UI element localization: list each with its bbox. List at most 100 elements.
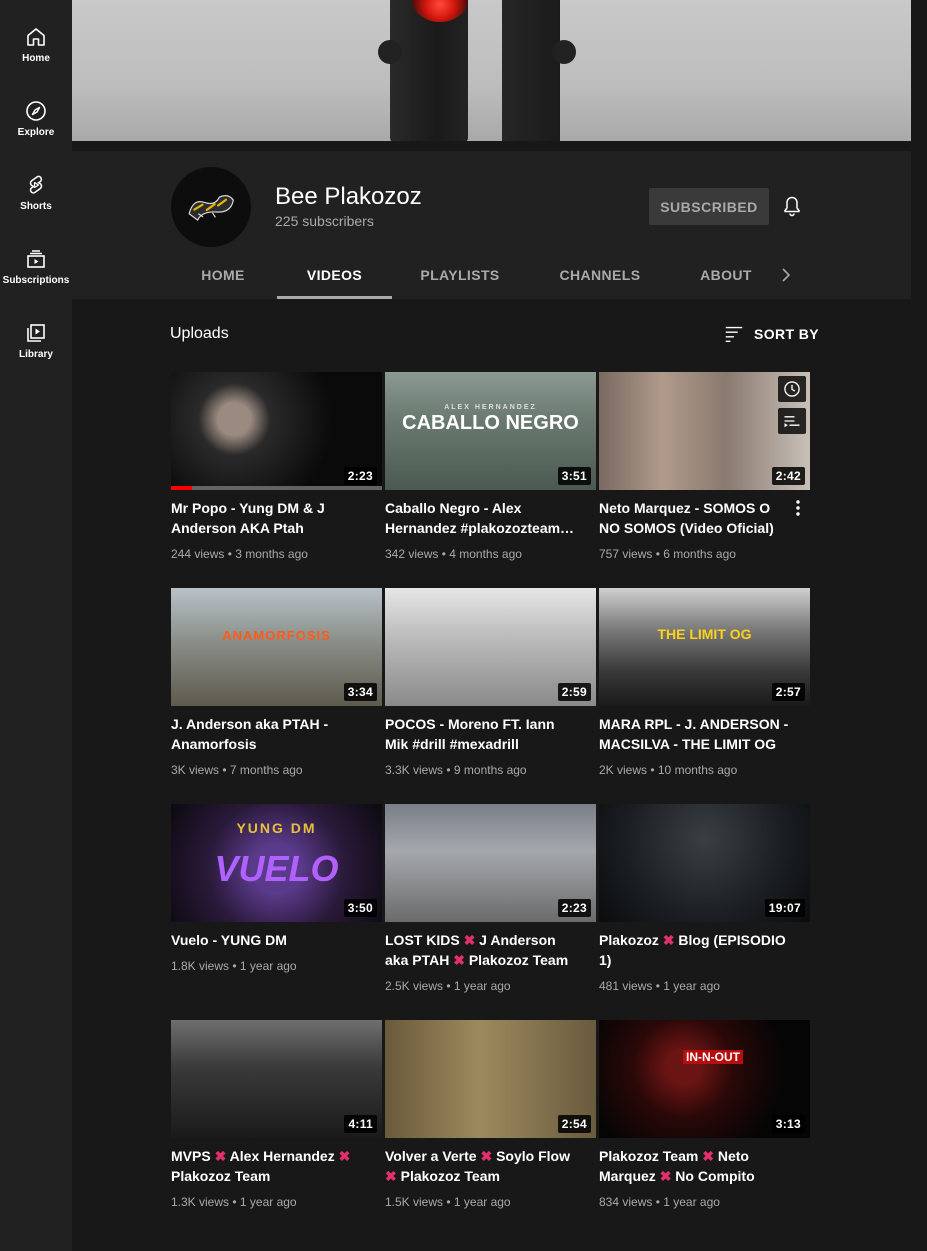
video-metadata: 2K views • 10 months ago	[599, 763, 738, 777]
tab-home[interactable]: HOME	[184, 251, 262, 299]
video-title[interactable]: LOST KIDS ✖ J Anderson aka PTAH ✖ Plakoz…	[385, 930, 575, 970]
page-gutter	[911, 0, 927, 1251]
video-card[interactable]: 2:54 Volver a Verte ✖ Soylo Flow ✖ Plakoz…	[385, 1020, 596, 1210]
video-thumbnail[interactable]: 2:23	[171, 372, 382, 490]
cross-mark-icon: ✖	[480, 1148, 493, 1164]
thumbnail-overlay-text: ANAMORFOSIS	[222, 628, 331, 643]
subscribed-button[interactable]: SUBSCRIBED	[649, 188, 769, 225]
video-title[interactable]: Mr Popo - Yung DM & J Anderson AKA Ptah	[171, 498, 361, 538]
cross-mark-icon: ✖	[453, 952, 465, 968]
video-thumbnail[interactable]: 2:42	[599, 372, 810, 490]
video-card[interactable]: 4:11 MVPS ✖ Alex Hernandez ✖ Plakozoz Tea…	[171, 1020, 382, 1210]
thumbnail-overlay-subtext: ALEX HERNANDEZ	[444, 404, 537, 411]
cross-mark-icon: ✖	[214, 1148, 227, 1164]
channel-banner	[72, 0, 911, 141]
video-metadata: 1.8K views • 1 year ago	[171, 959, 297, 973]
thumbnail-overlay-subtext: YUNG DM	[236, 820, 317, 836]
video-thumbnail[interactable]: ANAMORFOSIS 3:34	[171, 588, 382, 706]
video-thumbnail[interactable]: ALEX HERNANDEZ CABALLO NEGRO 3:51	[385, 372, 596, 490]
video-duration: 2:23	[557, 899, 591, 917]
video-thumbnail[interactable]: 2:23	[385, 804, 596, 922]
guide-item-label: Library	[19, 349, 53, 360]
banner-traffic-light-hood	[378, 40, 402, 64]
cross-mark-icon: ✖	[338, 1148, 351, 1164]
kebab-icon	[796, 500, 800, 516]
compass-icon	[26, 101, 46, 121]
video-metadata: 342 views • 4 months ago	[385, 547, 522, 561]
video-thumbnail[interactable]: THE LIMIT OG 2:57	[599, 588, 810, 706]
video-metadata: 1.5K views • 1 year ago	[385, 1195, 511, 1209]
video-title[interactable]: POCOS - Moreno FT. Iann Mik #drill #mexa…	[385, 714, 575, 754]
tab-about[interactable]: ABOUT	[696, 251, 756, 299]
video-title[interactable]: MARA RPL - J. ANDERSON - MACSILVA - THE …	[599, 714, 789, 754]
channel-avatar[interactable]	[171, 167, 251, 247]
video-duration: 4:11	[344, 1115, 377, 1133]
watch-later-button[interactable]	[778, 376, 806, 402]
video-title[interactable]: J. Anderson aka PTAH - Anamorfosis #trap…	[171, 714, 361, 754]
video-card[interactable]: 2:42 Neto Marquez - SOMOS O NO SOMOS (Vid…	[599, 372, 810, 562]
video-thumbnail[interactable]: 19:07	[599, 804, 810, 922]
video-card[interactable]: THE LIMIT OG 2:57 MARA RPL - J. ANDERSON -…	[599, 588, 810, 778]
video-duration: 19:07	[764, 899, 805, 917]
video-card[interactable]: YUNG DM VUELO 3:50 Vuelo - YUNG DM 1.8K view…	[171, 804, 382, 994]
cross-mark-icon: ✖	[702, 1148, 714, 1164]
thumbnail-overlay-text: VUELO	[214, 848, 339, 889]
video-thumbnail[interactable]: 4:11	[171, 1020, 382, 1138]
guide-item-subscriptions[interactable]: Subscriptions	[0, 237, 72, 311]
video-title[interactable]: Plakozoz ✖ Blog (EPISODIO 1)	[599, 930, 789, 970]
video-card[interactable]: ALEX HERNANDEZ CABALLO NEGRO 3:51 Caballo N…	[385, 372, 596, 562]
video-metadata: 3K views • 7 months ago	[171, 763, 303, 777]
video-card[interactable]: 2:23 LOST KIDS ✖ J Anderson aka PTAH ✖ Pl…	[385, 804, 596, 994]
video-card[interactable]: 2:23 Mr Popo - Yung DM & J Anderson AKA P…	[171, 372, 382, 562]
guide-item-label: Shorts	[20, 201, 52, 212]
video-title[interactable]: Plakozoz Team ✖ Neto Marquez ✖ No Compit…	[599, 1146, 789, 1186]
video-card[interactable]: IN-N-OUT 3:13 Plakozoz Team ✖ Neto Marquez…	[599, 1020, 810, 1210]
video-thumbnail[interactable]: YUNG DM VUELO 3:50	[171, 804, 382, 922]
video-title[interactable]: MVPS ✖ Alex Hernandez ✖ Plakozoz Team	[171, 1146, 361, 1186]
subscriber-count: 225 subscribers	[275, 213, 374, 229]
video-duration: 3:13	[771, 1115, 805, 1133]
video-title[interactable]: Volver a Verte ✖ Soylo Flow ✖ Plakozoz T…	[385, 1146, 575, 1186]
video-card[interactable]: 2:59 POCOS - Moreno FT. Iann Mik #drill #…	[385, 588, 596, 778]
video-title[interactable]: Neto Marquez - SOMOS O NO SOMOS (Video O…	[599, 498, 789, 538]
tab-videos[interactable]: VIDEOS	[277, 251, 392, 299]
video-duration: 2:42	[771, 467, 805, 485]
queue-icon	[784, 416, 800, 428]
guide-item-shorts[interactable]: Shorts	[0, 163, 72, 237]
video-metadata: 757 views • 6 months ago	[599, 547, 736, 561]
video-thumbnail[interactable]: 2:59	[385, 588, 596, 706]
video-card[interactable]: ANAMORFOSIS 3:34 J. Anderson aka PTAH - An…	[171, 588, 382, 778]
video-metadata: 1.3K views • 1 year ago	[171, 1195, 297, 1209]
video-card[interactable]: 19:07 Plakozoz ✖ Blog (EPISODIO 1) 481 vie…	[599, 804, 810, 994]
thumbnail-overlay-text: THE LIMIT OG	[657, 626, 752, 642]
chevron-right-icon[interactable]	[774, 263, 798, 287]
home-icon	[27, 28, 45, 46]
more-actions-button[interactable]	[794, 498, 802, 518]
guide-item-label: Home	[22, 53, 50, 64]
guide-item-home[interactable]: Home	[0, 15, 72, 89]
video-title[interactable]: Caballo Negro - Alex Hernandez #plakozoz…	[385, 498, 575, 538]
banner-traffic-light-hood	[552, 40, 576, 64]
add-to-queue-button[interactable]	[778, 408, 806, 434]
video-duration: 3:34	[343, 683, 377, 701]
tab-channels[interactable]: CHANNELS	[544, 251, 656, 299]
guide-item-explore[interactable]: Explore	[0, 89, 72, 163]
sort-by-button[interactable]: SORT BY	[723, 323, 819, 345]
channel-logo-art	[188, 195, 234, 222]
video-duration: 2:57	[771, 683, 805, 701]
video-title[interactable]: Vuelo - YUNG DM	[171, 930, 361, 950]
guide-item-library[interactable]: Library	[0, 311, 72, 385]
tab-playlists[interactable]: PLAYLISTS	[406, 251, 514, 299]
channel-name: Bee Plakozoz	[275, 183, 422, 210]
section-title: Uploads	[170, 325, 229, 342]
bell-icon[interactable]	[780, 194, 804, 218]
video-thumbnail[interactable]: IN-N-OUT 3:13	[599, 1020, 810, 1138]
cross-mark-icon: ✖	[385, 1168, 397, 1184]
banner-traffic-light-pole	[502, 0, 560, 141]
video-thumbnail[interactable]: 2:54	[385, 1020, 596, 1138]
cross-mark-icon: ✖	[662, 932, 675, 948]
video-metadata: 244 views • 3 months ago	[171, 547, 308, 561]
video-metadata: 2.5K views • 1 year ago	[385, 979, 511, 993]
clock-icon	[784, 381, 800, 397]
cross-mark-icon: ✖	[463, 932, 476, 948]
